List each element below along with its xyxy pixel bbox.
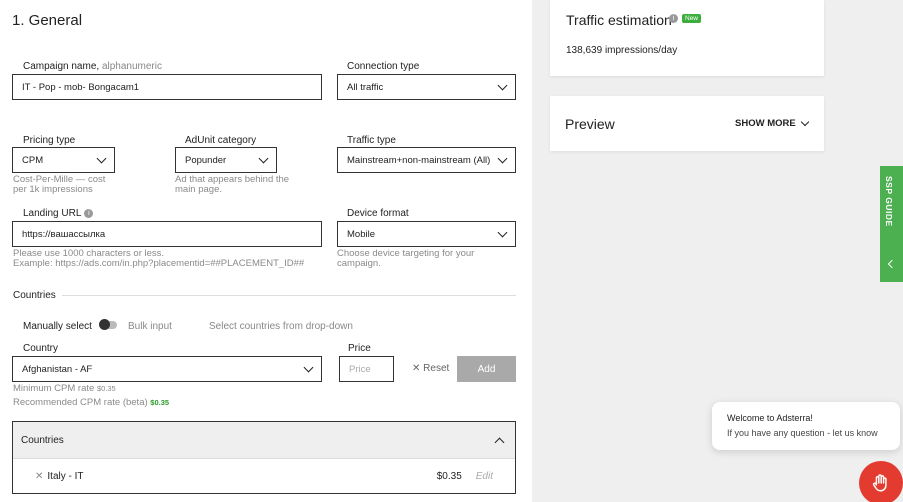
toggle-knob <box>99 319 110 330</box>
show-more-button[interactable]: SHOW MORE <box>735 117 809 129</box>
pricing-type-label: Pricing type <box>23 135 76 146</box>
chevron-down-icon <box>258 153 269 163</box>
countries-heading: Countries <box>13 290 56 301</box>
chat-title: Welcome to Adsterra! <box>727 413 813 423</box>
campaign-name-input[interactable]: IT - Pop - mob- Bongacam1 <box>12 74 322 100</box>
ssp-guide-tab[interactable]: SSP GUIDE <box>880 166 903 282</box>
bulk-input-label: Bulk input <box>128 321 172 332</box>
campaign-name-label: Campaign name, alphanumeric <box>23 61 162 72</box>
chat-welcome-bubble[interactable]: Welcome to Adsterra! If you have any que… <box>712 402 900 450</box>
info-icon[interactable]: i <box>84 208 94 218</box>
price-input[interactable]: Price <box>339 356 394 382</box>
chat-message: If you have any question - let us know <box>727 428 878 438</box>
connection-type-label: Connection type <box>347 61 420 72</box>
adunit-category-label: AdUnit category <box>185 135 257 146</box>
connection-type-select[interactable]: All traffic <box>337 74 516 100</box>
traffic-estimation-title: Traffic estimation <box>566 12 672 28</box>
chevron-down-icon <box>96 153 107 163</box>
device-format-help: Choose device targeting for your campaig… <box>337 248 475 269</box>
landing-url-help: Please use 1000 characters or less. Exam… <box>13 248 305 269</box>
section-title: 1. General <box>12 12 83 29</box>
chat-button[interactable] <box>859 461 903 502</box>
price-label: Price <box>348 343 371 354</box>
manual-select-label: Manually select <box>23 321 92 332</box>
adunit-category-select[interactable]: Popunder <box>175 147 277 173</box>
info-icon[interactable]: i <box>669 14 678 23</box>
preview-card: Preview SHOW MORE <box>550 96 824 151</box>
countries-list: Countries ✕ Italy - IT $0.35 Edit <box>12 421 516 494</box>
traffic-estimation-card: Traffic estimation i New 138,639 impress… <box>550 0 824 76</box>
chevron-down-icon <box>800 117 809 126</box>
input-mode-toggle[interactable] <box>99 319 117 330</box>
hand-icon <box>872 474 887 492</box>
chevron-down-icon <box>497 227 508 237</box>
campaign-form: 1. General Campaign name, alphanumeric I… <box>0 0 532 502</box>
landing-url-input[interactable]: https://вашассылка <box>12 221 322 247</box>
pricing-type-help: Cost-Per-Mille — cost per 1k impressions <box>13 174 106 195</box>
chevron-left-icon <box>887 259 897 269</box>
reset-button[interactable]: ✕ Reset <box>412 363 449 374</box>
divider <box>62 295 516 296</box>
chevron-down-icon <box>497 80 508 90</box>
close-icon: ✕ <box>412 363 421 374</box>
preview-title: Preview <box>565 116 615 132</box>
list-item: ✕ Italy - IT $0.35 Edit <box>13 458 515 493</box>
device-format-select[interactable]: Mobile <box>337 221 516 247</box>
traffic-type-select[interactable]: Mainstream+non-mainstream (All) <box>337 147 516 173</box>
remove-icon[interactable]: ✕ <box>35 471 43 482</box>
chevron-down-icon <box>303 362 314 372</box>
new-badge: New <box>682 14 702 23</box>
impressions-readout: 138,639 impressions/day <box>566 45 678 56</box>
country-label: Country <box>23 343 59 354</box>
country-select[interactable]: Afghanistan - AF <box>12 356 322 382</box>
add-button[interactable]: Add <box>457 356 516 382</box>
chevron-up-icon[interactable] <box>494 437 505 447</box>
countries-list-header[interactable]: Countries <box>13 422 515 458</box>
traffic-type-label: Traffic type <box>347 135 396 146</box>
edit-link[interactable]: Edit <box>476 471 493 482</box>
landing-url-label: Landing URL i <box>23 208 94 219</box>
ssp-guide-label: SSP GUIDE <box>884 176 894 227</box>
device-format-label: Device format <box>347 208 409 219</box>
min-cpm-rate: Minimum CPM rate $0.35 <box>13 383 116 394</box>
select-countries-hint: Select countries from drop-down <box>209 321 353 332</box>
recommended-cpm-rate: Recommended CPM rate (beta) $0.35 <box>13 397 170 408</box>
chevron-down-icon <box>497 153 508 163</box>
pricing-type-select[interactable]: CPM <box>12 147 115 173</box>
adunit-category-help: Ad that appears behind the main page. <box>175 174 290 195</box>
